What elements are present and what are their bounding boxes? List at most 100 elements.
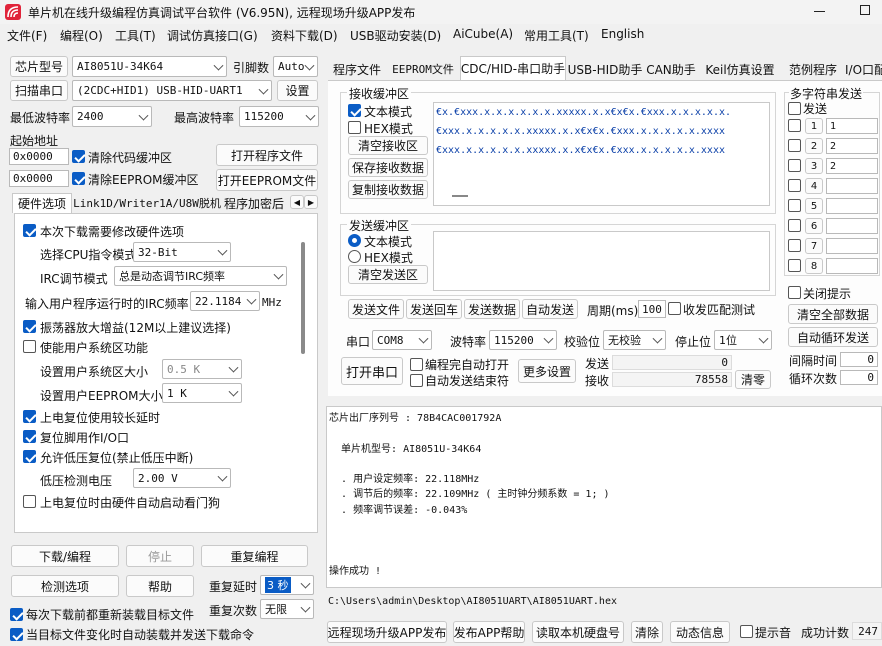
multi-send-row-button[interactable]: 3 [805,158,823,174]
repeat-program-button[interactable]: 重复编程 [201,545,308,567]
tab-eeprom-file[interactable]: EEPROM文件 [389,58,457,80]
tab-io-config[interactable]: I/O口配 [845,58,882,80]
close-hint-checkbox[interactable] [788,286,801,299]
open-program-button[interactable]: 打开程序文件 [216,144,318,166]
clear-recv-button[interactable]: 清空接收区 [348,136,428,155]
port-settings-button[interactable]: 设置 [277,80,318,101]
multi-send-row-input[interactable]: 2 [826,158,878,174]
multi-send-row-checkbox[interactable] [788,179,801,192]
chip-type-select[interactable]: AI8051U-34K64 [72,56,227,77]
reload-checkbox[interactable] [10,608,23,621]
menu-usb-driver[interactable]: USB驱动安装(D) [350,27,441,44]
loop-count-input[interactable]: 0 [840,370,878,385]
multi-send-row-button[interactable]: 4 [805,178,823,194]
cpu-mode-select[interactable]: 32-Bit [133,242,231,262]
serial-port-select[interactable]: COM8 [372,330,432,350]
match-test-checkbox[interactable] [668,302,681,315]
clear-send-button[interactable]: 清空发送区 [348,265,428,284]
menu-aicube[interactable]: AiCube(A) [453,27,513,41]
recv-textarea[interactable]: €x.€xxx.x.x.x.x.x.x.xxxxx.x.x€x€x.€xxx.x… [433,102,770,206]
menu-debug[interactable]: 调试仿真接口(G) [167,27,258,44]
multi-send-row-input[interactable] [826,258,878,274]
beep-checkbox[interactable] [740,625,753,638]
user-sys-area-checkbox[interactable] [23,340,36,353]
clear-log-button[interactable]: 清除 [631,621,663,643]
tab-scroll-left[interactable]: ◀ [290,195,304,209]
tab-program-file[interactable]: 程序文件 [328,58,386,80]
copy-recv-button[interactable]: 复制接收数据 [348,180,428,199]
multi-send-row-input[interactable] [826,178,878,194]
parity-select[interactable]: 无校验 [603,330,666,350]
multi-send-row-checkbox[interactable] [788,159,801,172]
options-scrollbar[interactable] [301,220,306,526]
minimize-icon[interactable] [814,11,825,12]
open-port-button[interactable]: 打开串口 [341,357,403,385]
tab-examples[interactable]: 范例程序 [784,58,842,80]
tab-can[interactable]: CAN助手 [645,58,697,80]
tab-scroll-right[interactable]: ▶ [304,195,318,209]
read-disk-button[interactable]: 读取本机硬盘号 [532,621,624,643]
clear-code-checkbox[interactable] [72,150,85,163]
tab-hardware-options[interactable]: 硬件选项 [12,193,72,213]
menu-program[interactable]: 编程(O) [60,27,103,44]
send-textarea[interactable] [433,231,770,291]
tab-offline[interactable]: Link1D/Writer1A/U8W脱机 [73,193,221,213]
multi-send-row-input[interactable] [826,218,878,234]
menu-file[interactable]: 文件(F) [7,27,47,44]
power-delay-checkbox[interactable] [23,410,36,423]
menu-download[interactable]: 资料下载(D) [271,27,338,44]
tab-encrypt[interactable]: 程序加密后 [224,193,290,213]
clear-eeprom-checkbox[interactable] [72,172,85,185]
multi-send-row-input[interactable] [826,198,878,214]
multi-send-row-input[interactable]: 2 [826,138,878,154]
maximize-icon[interactable] [860,5,870,15]
eeprom-size-select[interactable]: 1 K [162,383,242,403]
menu-tools[interactable]: 工具(T) [115,27,156,44]
period-input[interactable]: 100 [638,300,666,318]
help-button[interactable]: 帮助 [126,575,194,597]
publish-help-button[interactable]: 发布APP帮助 [453,621,525,643]
modify-hw-checkbox[interactable] [23,224,36,237]
auto-send-button[interactable]: 自动发送 [522,299,578,319]
reset-io-checkbox[interactable] [23,430,36,443]
recv-hex-mode-checkbox[interactable] [348,121,361,134]
multi-send-row-button[interactable]: 8 [805,258,823,274]
auto-send-cmd-checkbox[interactable] [10,628,23,641]
auto-open-checkbox[interactable] [410,358,423,371]
stop-button[interactable]: 停止 [126,545,194,567]
multi-send-row-checkbox[interactable] [788,119,801,132]
recv-hscroll-thumb[interactable] [452,195,468,197]
multi-send-row-button[interactable]: 6 [805,218,823,234]
menu-english[interactable]: English [601,27,644,41]
code-addr-input[interactable]: 0x0000 [9,148,69,165]
clear-count-button[interactable]: 清零 [735,370,771,389]
auto-send-end-checkbox[interactable] [410,374,423,387]
send-hex-mode-radio[interactable] [348,250,361,263]
multi-send-row-button[interactable]: 7 [805,238,823,254]
min-baud-select[interactable]: 2400 [72,106,152,127]
chip-type-button[interactable]: 芯片型号 [10,56,68,77]
scan-port-button[interactable]: 扫描串口 [10,80,68,101]
dynamic-info-button[interactable]: 动态信息 [670,621,730,643]
osc-gain-checkbox[interactable] [23,320,36,333]
clear-all-data-button[interactable]: 清空全部数据 [788,304,878,324]
lvd-select[interactable]: 2.00 V [133,468,231,488]
pin-count-select[interactable]: Auto [273,56,318,77]
download-button[interactable]: 下载/编程 [11,545,119,567]
watchdog-checkbox[interactable] [23,495,36,508]
baud-select[interactable]: 115200 [489,330,557,350]
port-select[interactable]: (2CDC+HID1) USB-HID-UART1 [72,80,272,101]
lvr-checkbox[interactable] [23,450,36,463]
repeat-delay-select[interactable]: 3 秒 [260,575,314,595]
irc-mode-select[interactable]: 总是动态调节IRC频率 [114,266,287,286]
open-eeprom-button[interactable]: 打开EEPROM文件 [216,169,318,191]
multi-send-row-checkbox[interactable] [788,259,801,272]
log-output[interactable]: 芯片出厂序列号 : 78B4CAC001792A 单片机型号: AI8051U-… [326,406,882,588]
tab-cdc-serial[interactable]: CDC/HID-串口助手 [460,56,566,80]
irc-freq-select[interactable]: 22.1184 [190,291,260,311]
sys-size-select[interactable]: 0.5 K [162,359,242,379]
interval-input[interactable]: 0 [840,352,878,367]
repeat-count-select[interactable]: 无限 [260,599,314,619]
multi-send-row-input[interactable] [826,238,878,254]
scrollbar-thumb[interactable] [301,242,305,354]
